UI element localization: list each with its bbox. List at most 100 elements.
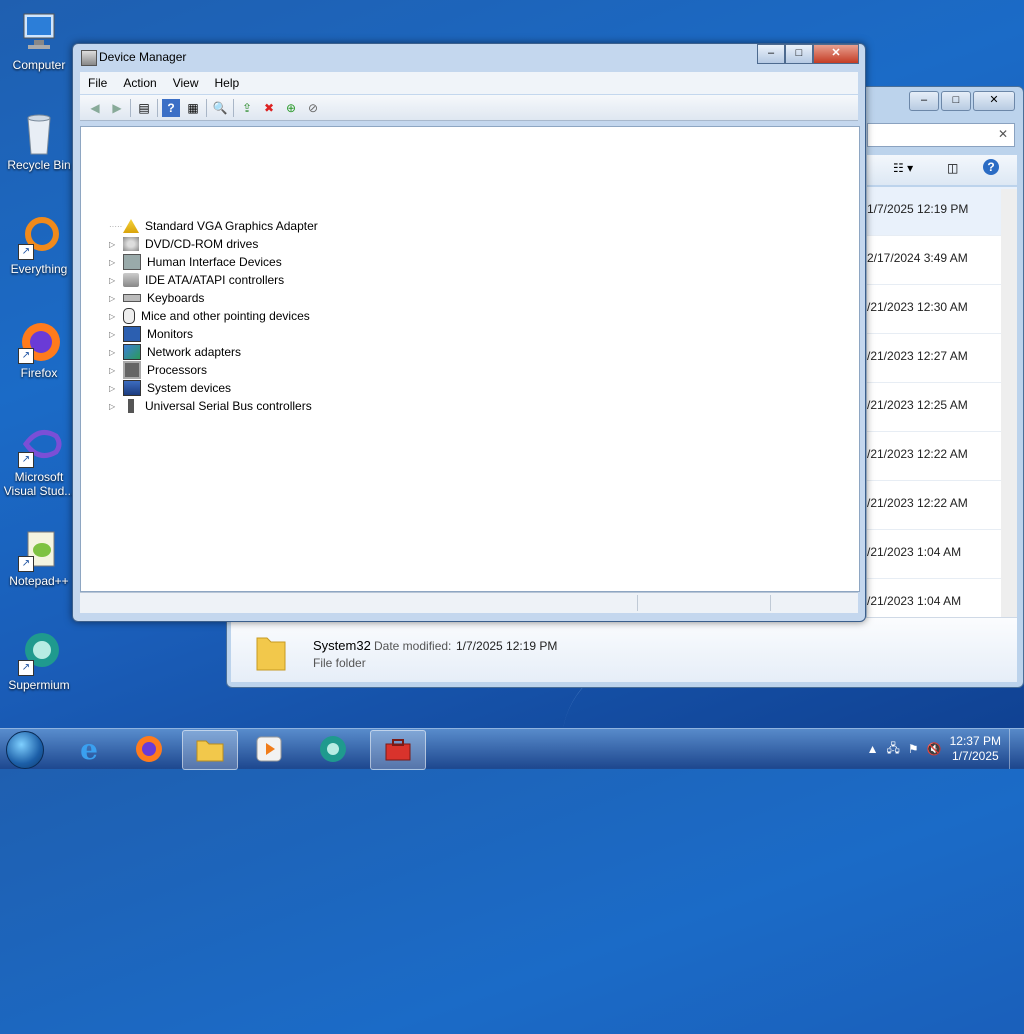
close-button[interactable]: ✕	[973, 91, 1015, 111]
device-manager-icon	[385, 739, 411, 761]
tree-node-network-adapters[interactable]: ▷ Network adapters	[109, 343, 241, 361]
maximize-button[interactable]: □	[941, 91, 971, 111]
date-modified: /21/2023 1:04 AM	[867, 594, 962, 608]
forward-icon[interactable]: ▶	[108, 99, 126, 117]
menu-bar: File Action View Help	[80, 72, 858, 94]
list-item[interactable]: /21/2023 12:25 AM	[867, 383, 1017, 432]
back-icon[interactable]: ◀	[86, 99, 104, 117]
show-hide-console-tree-icon[interactable]: ▤	[135, 99, 153, 117]
list-item[interactable]: /21/2023 12:22 AM	[867, 432, 1017, 481]
taskbar-windows-explorer[interactable]	[182, 730, 238, 770]
tree-node-keyboards[interactable]: ▷ Keyboards	[109, 289, 204, 307]
list-item[interactable]: /21/2023 1:04 AM	[867, 530, 1017, 579]
taskbar-firefox[interactable]	[122, 730, 176, 768]
expand-arrow-icon[interactable]: ▷	[109, 402, 119, 411]
search-box[interactable]: ✕	[867, 123, 1015, 147]
system-tray: ▲ 🖧 ⚑ 🔇 12:37 PM 1/7/2025	[867, 729, 1018, 769]
internet-explorer-icon: e	[80, 732, 98, 766]
vertical-scrollbar[interactable]	[1001, 189, 1017, 625]
list-item[interactable]: 2/17/2024 3:49 AM	[867, 236, 1017, 285]
tree-node-ide-ata[interactable]: ▷ IDE ATA/ATAPI controllers	[109, 271, 284, 289]
list-item[interactable]: /21/2023 12:30 AM	[867, 285, 1017, 334]
tree-node-standard-vga[interactable]: ····· Standard VGA Graphics Adapter	[109, 217, 318, 235]
desktop-icon-everything[interactable]: ↗ Everything	[2, 214, 76, 276]
desktop-icon-notepad-plus-plus[interactable]: ↗ Notepad++	[2, 526, 76, 588]
desktop-icon-label: Recycle Bin	[7, 158, 71, 172]
toolbar-separator	[206, 98, 207, 117]
expand-arrow-icon[interactable]: ▷	[109, 348, 119, 357]
clock[interactable]: 12:37 PM 1/7/2025	[950, 734, 1001, 764]
disable-device-icon[interactable]: ⊘	[304, 99, 322, 117]
list-item[interactable]: /21/2023 12:27 AM	[867, 334, 1017, 383]
menu-file[interactable]: File	[80, 72, 115, 94]
update-driver-icon[interactable]: ⇪	[238, 99, 256, 117]
desktop-icon-label: Firefox	[20, 366, 58, 380]
uninstall-icon[interactable]: ✖	[260, 99, 278, 117]
desktop-icon-computer[interactable]: Computer	[2, 10, 76, 72]
desktop-icon-firefox[interactable]: ↗ Firefox	[2, 318, 76, 380]
list-item[interactable]: /21/2023 12:22 AM	[867, 481, 1017, 530]
enable-device-icon[interactable]: ⊕	[282, 99, 300, 117]
expand-arrow-icon[interactable]: ▷	[109, 312, 119, 321]
tree-node-processors[interactable]: ▷ Processors	[109, 361, 207, 379]
device-manager-window[interactable]: Device Manager – □ ✕ File Action View He…	[72, 43, 866, 622]
expand-arrow-icon[interactable]: ▷	[109, 276, 119, 285]
help-icon[interactable]: ?	[162, 98, 180, 117]
desktop-icon-label: Notepad++	[9, 574, 69, 588]
expand-arrow-icon[interactable]: ▷	[109, 240, 119, 249]
tree-node-usb-controllers[interactable]: ▷ Universal Serial Bus controllers	[109, 397, 312, 415]
network-icon[interactable]: 🖧	[887, 739, 900, 760]
taskbar-device-manager[interactable]	[370, 730, 426, 770]
preview-pane-icon[interactable]: ◫	[947, 161, 958, 175]
scan-hardware-icon[interactable]: 🔍	[211, 99, 229, 117]
tree-node-label: System devices	[147, 381, 232, 395]
tree-node-system-devices[interactable]: ▷ System devices	[109, 379, 231, 397]
desktop-icon-visual-studio[interactable]: ↗ Microsoft Visual Stud...	[2, 422, 76, 498]
tree-connector: ·····	[109, 221, 123, 231]
views-icon[interactable]: ☷ ▾	[893, 161, 913, 175]
menu-help[interactable]: Help	[207, 72, 248, 94]
clock-time: 12:37 PM	[949, 734, 1001, 748]
start-button[interactable]	[6, 731, 44, 769]
expand-arrow-icon[interactable]: ▷	[109, 384, 119, 393]
keyboard-icon	[123, 294, 141, 302]
tree-node-dvd-cd-rom[interactable]: ▷ DVD/CD-ROM drives	[109, 235, 258, 253]
menu-action[interactable]: Action	[115, 72, 164, 94]
expand-arrow-icon[interactable]: ▷	[109, 330, 119, 339]
tree-node-hid[interactable]: ▷ Human Interface Devices	[109, 253, 282, 271]
tree-node-label: DVD/CD-ROM drives	[145, 237, 259, 251]
everything-icon: ↗	[16, 214, 62, 260]
expand-arrow-icon[interactable]: ▷	[109, 366, 119, 375]
desktop-icon-supermium[interactable]: ↗ Supermium	[2, 630, 76, 692]
show-desktop-button[interactable]	[1009, 729, 1018, 769]
tree-node-monitors[interactable]: ▷ Monitors	[109, 325, 193, 343]
status-divider	[637, 595, 638, 611]
properties-icon[interactable]: ▦	[184, 99, 202, 117]
date-modified: 1/7/2025 12:19 PM	[867, 202, 969, 216]
help-icon[interactable]: ?	[983, 159, 999, 175]
volume-muted-icon[interactable]: 🔇	[927, 742, 942, 756]
show-hidden-icons-icon[interactable]: ▲	[867, 742, 879, 756]
close-button[interactable]: ✕	[813, 44, 859, 64]
taskbar-supermium[interactable]	[306, 730, 360, 768]
minimize-button[interactable]: –	[909, 91, 939, 111]
menu-view[interactable]: View	[165, 72, 207, 94]
toolbar-separator	[157, 98, 158, 117]
minimize-button[interactable]: –	[757, 44, 785, 64]
taskbar-media-player[interactable]	[242, 730, 296, 768]
action-center-flag-icon[interactable]: ⚑	[908, 742, 919, 756]
system-devices-icon	[123, 380, 141, 396]
maximize-button[interactable]: □	[785, 44, 813, 64]
taskbar-internet-explorer[interactable]: e	[62, 730, 116, 768]
expand-arrow-icon[interactable]: ▷	[109, 258, 119, 267]
window-title: Device Manager	[99, 50, 187, 64]
firefox-icon: ↗	[16, 318, 62, 364]
tree-node-mice[interactable]: ▷ Mice and other pointing devices	[109, 307, 310, 325]
expand-arrow-icon[interactable]: ▷	[109, 294, 119, 303]
tree-node-label: Processors	[147, 363, 208, 377]
desktop-icon-recycle-bin[interactable]: Recycle Bin	[2, 110, 76, 172]
toolbar: ◀ ▶ ▤ ? ▦ 🔍 ⇪ ✖ ⊕ ⊘	[80, 95, 858, 121]
list-item[interactable]: 1/7/2025 12:19 PM	[867, 187, 1017, 236]
clear-search-icon[interactable]: ✕	[998, 127, 1008, 141]
tree-node-label: Mice and other pointing devices	[141, 309, 310, 323]
